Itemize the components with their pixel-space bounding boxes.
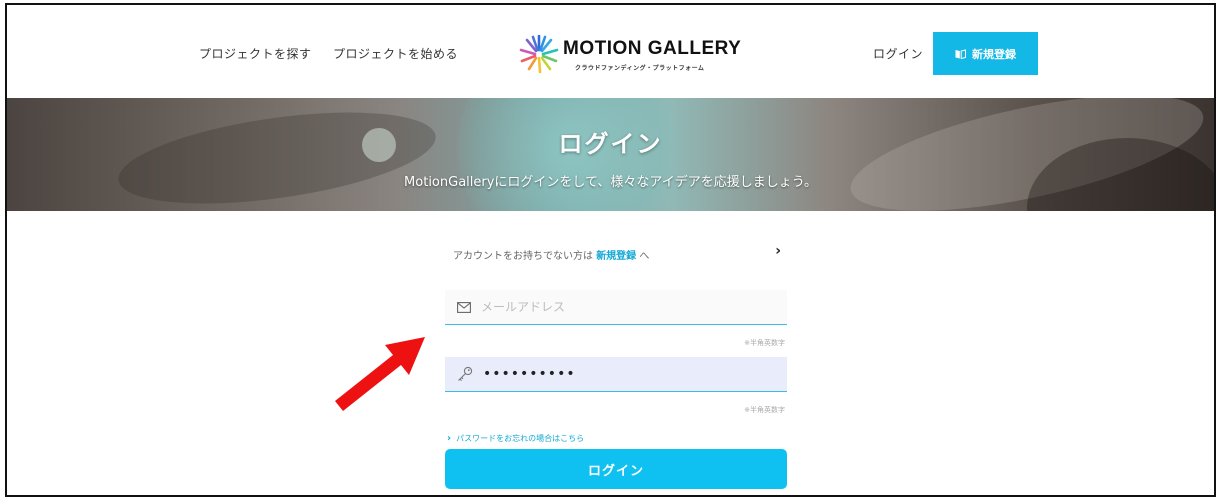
signup-button[interactable]: 新規登録 [933,32,1038,75]
hero-banner: ログイン MotionGalleryにログインをして、様々なアイデアを応援しまし… [7,98,1214,211]
logo-wordmark: MOTION GALLERY [563,38,742,59]
nav-login-link[interactable]: ログイン [873,45,923,62]
signup-prompt-row[interactable]: アカウントをお持ちでない方は 新規登録 へ › [445,243,787,263]
page-title: ログイン [558,130,663,158]
site-header: プロジェクトを探す プロジェクトを始める MOTION GALLERY クラウド… [7,5,1214,98]
logo-tagline: クラウドファンディング・プラットフォーム [575,65,705,72]
signup-prompt-link[interactable]: 新規登録 [596,251,636,262]
mail-icon [457,301,471,313]
signup-prompt-text: アカウントをお持ちでない方は [453,251,593,262]
password-field[interactable] [445,357,787,392]
page-frame: プロジェクトを探す プロジェクトを始める MOTION GALLERY クラウド… [5,3,1216,497]
email-field[interactable] [445,290,787,325]
password-hint: ※半角英数字 [744,406,785,414]
nav-browse-projects[interactable]: プロジェクトを探す [199,45,312,62]
chevron-right-icon[interactable]: › [775,243,781,259]
annotation-arrow-icon [335,337,425,411]
forgot-password-label: パスワードをお忘れの場合はこちら [456,434,585,443]
page-subtitle: MotionGalleryにログインをして、様々なアイデアを応援しましょう。 [404,175,817,190]
email-hint: ※半角英数字 [744,339,785,347]
signup-button-label: 新規登録 [972,47,1016,61]
login-form: アカウントをお持ちでない方は 新規登録 へ › ※半角英数字 ※半角英数字 [445,211,787,495]
chevron-right-icon: › [447,433,452,444]
email-input[interactable] [481,300,761,314]
password-input[interactable] [483,366,763,382]
nav-start-project[interactable]: プロジェクトを始める [333,45,458,62]
forgot-password-link[interactable]: › パスワードをお忘れの場合はこちら [447,433,584,444]
book-icon [955,48,966,59]
signup-prompt-suffix: へ [639,251,650,262]
signup-prompt: アカウントをお持ちでない方は 新規登録 へ [453,247,649,262]
logo-burst-icon [519,34,559,74]
site-logo[interactable]: MOTION GALLERY クラウドファンディング・プラットフォーム [519,34,741,74]
login-submit-button[interactable]: ログイン [445,449,787,489]
key-icon [458,366,473,381]
